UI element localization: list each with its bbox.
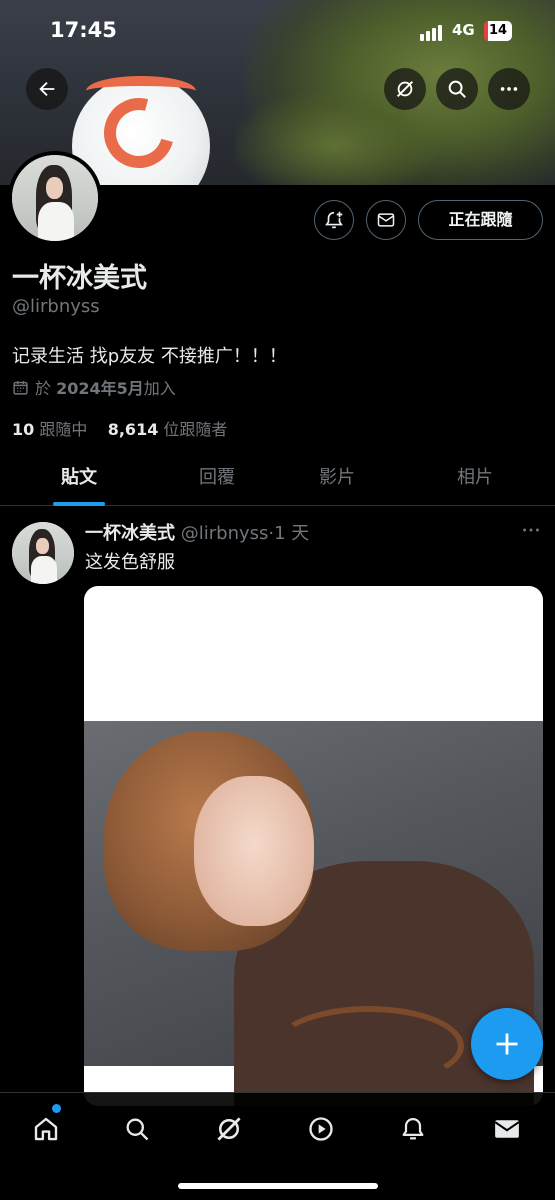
- grok-icon: [217, 1117, 241, 1141]
- nav-home[interactable]: [26, 1109, 66, 1149]
- joined-date: 於 2024年5月加入: [12, 375, 176, 399]
- grok-icon: [396, 80, 414, 98]
- more-button[interactable]: [488, 68, 530, 110]
- display-name: 一杯冰美式: [12, 263, 147, 294]
- nav-notifications[interactable]: [393, 1109, 433, 1149]
- compose-button[interactable]: [471, 1008, 543, 1080]
- post-author[interactable]: 一杯冰美式: [85, 523, 175, 544]
- follow-stats: 10 跟隨中 8,614 位跟隨者: [12, 416, 227, 440]
- battery-icon: 14: [484, 21, 512, 41]
- message-button[interactable]: [366, 200, 406, 240]
- joined-value: 2024年5月: [56, 379, 144, 398]
- following-label: 跟隨中: [39, 420, 88, 439]
- tab-posts[interactable]: 貼文: [10, 450, 148, 506]
- post-time: 1 天: [274, 523, 310, 544]
- more-horizontal-icon: [500, 87, 518, 91]
- back-button[interactable]: [26, 68, 68, 110]
- profile-handle: @lirbnyss: [12, 296, 100, 317]
- home-indicator: [178, 1183, 378, 1189]
- following-count: 10: [12, 420, 35, 439]
- nav-video[interactable]: [301, 1109, 341, 1149]
- battery-level: 14: [488, 23, 508, 38]
- calendar-icon: [13, 380, 28, 395]
- home-notification-dot: [52, 1104, 61, 1113]
- bell-plus-icon: [325, 211, 343, 229]
- joined-suffix: 加入: [143, 379, 176, 398]
- profile-tabs: 貼文 回覆 影片 相片: [0, 450, 555, 506]
- notify-button[interactable]: [314, 200, 354, 240]
- envelope-icon: [494, 1120, 520, 1138]
- video-play-icon: [309, 1117, 333, 1141]
- nav-messages[interactable]: [487, 1109, 527, 1149]
- status-bar: 17:45 4G 14: [0, 0, 555, 62]
- tab-videos[interactable]: 影片: [268, 450, 406, 506]
- tab-replies[interactable]: 回覆: [148, 450, 286, 506]
- plus-icon: [496, 1033, 518, 1055]
- joined-prefix: 於: [35, 379, 57, 398]
- post-avatar[interactable]: [12, 522, 74, 584]
- post-photo[interactable]: [84, 721, 543, 1106]
- profile-avatar[interactable]: [8, 151, 102, 245]
- tab-photos[interactable]: 相片: [406, 450, 544, 506]
- network-type: 4G: [452, 21, 475, 39]
- home-icon: [34, 1117, 58, 1141]
- status-time: 17:45: [50, 18, 117, 42]
- signal-icon: [420, 25, 450, 41]
- post-text: 这发色舒服: [85, 552, 175, 573]
- followers-count: 8,614: [107, 420, 159, 439]
- nav-search[interactable]: [117, 1109, 157, 1149]
- active-tab-indicator: [53, 502, 105, 506]
- post-handle: @lirbnyss: [180, 523, 269, 544]
- post-header: 一杯冰美式 @lirbnyss·1 天: [85, 519, 309, 545]
- bell-icon: [402, 1117, 424, 1140]
- following-button[interactable]: 正在跟隨: [418, 200, 543, 240]
- grok-button[interactable]: [384, 68, 426, 110]
- search-icon: [448, 80, 466, 98]
- search-icon: [126, 1118, 149, 1141]
- envelope-icon: [377, 213, 395, 227]
- following-link[interactable]: 10 跟隨中: [12, 420, 87, 439]
- arrow-left-icon: [39, 81, 55, 97]
- nav-grok[interactable]: [209, 1109, 249, 1149]
- followers-label: 位跟隨者: [163, 420, 228, 439]
- post-more-button[interactable]: [520, 522, 542, 542]
- profile-bio: 记录生活 找p友友 不接推广！！！: [12, 346, 287, 367]
- search-button[interactable]: [436, 68, 478, 110]
- more-horizontal-icon: [523, 528, 539, 532]
- followers-link[interactable]: 8,614 位跟隨者: [108, 420, 228, 439]
